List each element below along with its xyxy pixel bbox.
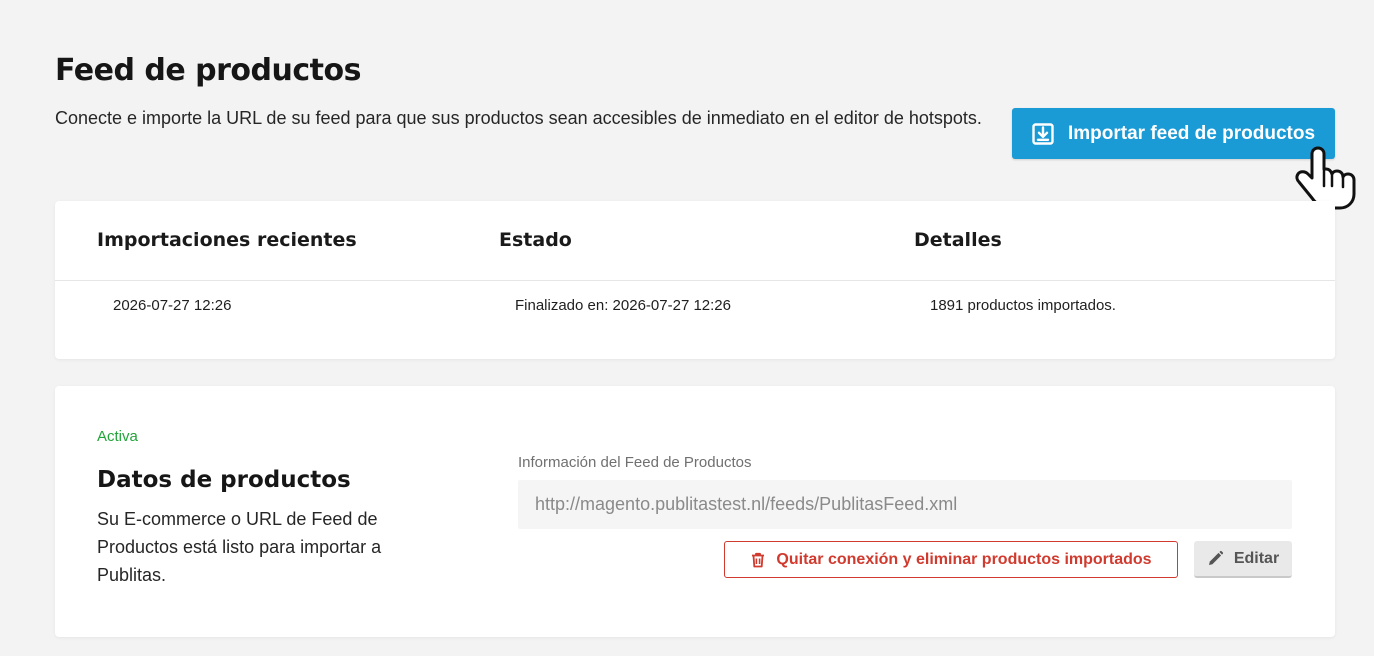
trash-icon — [750, 552, 766, 568]
remove-connection-button[interactable]: Quitar conexión y eliminar productos imp… — [724, 541, 1178, 578]
feed-url-label: Información del Feed de Productos — [518, 454, 752, 471]
feed-url-field[interactable] — [518, 480, 1292, 529]
column-header-recent-imports: Importaciones recientes — [97, 229, 357, 251]
pencil-icon — [1207, 550, 1224, 567]
page-description: Conecte e importe la URL de su feed para… — [55, 108, 982, 128]
import-date-cell: 2026-07-27 12:26 — [113, 297, 232, 314]
edit-button[interactable]: Editar — [1194, 541, 1292, 578]
page-title: Feed de productos — [55, 53, 361, 88]
column-header-details: Detalles — [914, 229, 1002, 251]
remove-connection-label: Quitar conexión y eliminar productos imp… — [776, 550, 1152, 568]
product-data-title: Datos de productos — [97, 467, 351, 493]
status-badge: Activa — [97, 428, 138, 445]
edit-button-label: Editar — [1233, 549, 1280, 567]
import-feed-button-label: Importar feed de productos — [1067, 122, 1316, 144]
column-header-status: Estado — [499, 229, 572, 251]
table-divider — [55, 280, 1335, 281]
product-data-description: Su E-commerce o URL de Feed de Productos… — [97, 509, 382, 585]
import-feed-button[interactable]: Importar feed de productos — [1012, 108, 1335, 159]
import-icon — [1032, 122, 1054, 145]
page: Feed de productos Conecte e importe la U… — [0, 0, 1374, 656]
recent-imports-card: Importaciones recientes Estado Detalles … — [55, 201, 1335, 359]
product-data-card: Activa Datos de productos Su E-commerce … — [55, 386, 1335, 637]
import-status-cell: Finalizado en: 2026-07-27 12:26 — [515, 297, 731, 314]
import-details-cell: 1891 productos importados. — [930, 297, 1116, 314]
